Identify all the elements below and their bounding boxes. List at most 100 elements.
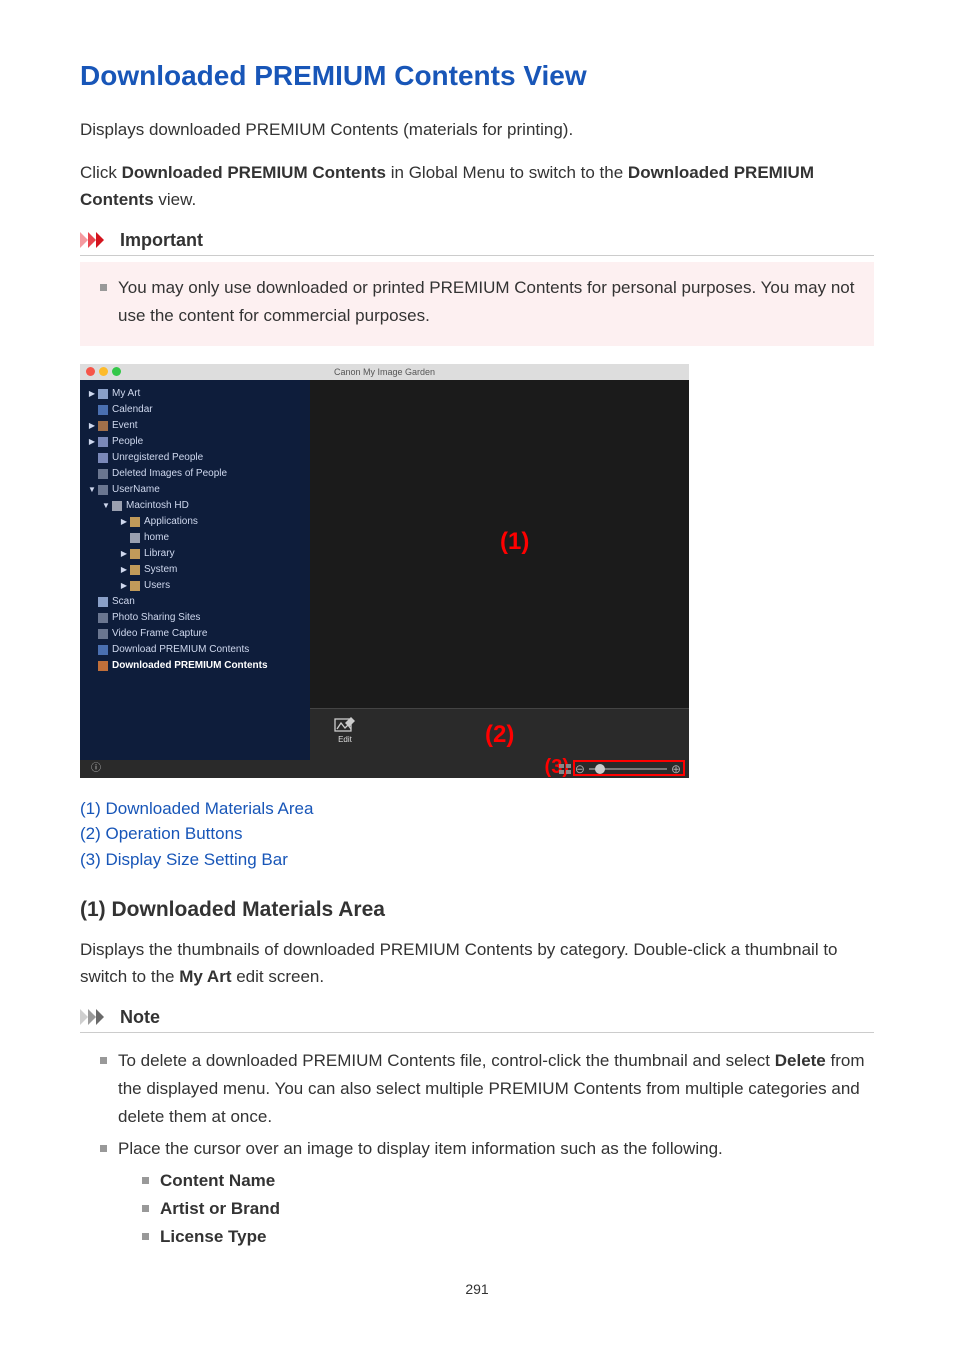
tree-label: home — [144, 532, 169, 543]
window-title: Canon My Image Garden — [334, 367, 435, 377]
text-bold: Content Name — [160, 1171, 275, 1190]
caret-icon: ▶ — [88, 421, 96, 430]
folder-icon — [98, 629, 108, 639]
section-1-heading: (1) Downloaded Materials Area — [80, 898, 874, 922]
folder-icon — [98, 389, 108, 399]
tree-label: My Art — [112, 388, 140, 399]
tree-item: Video Frame Capture — [80, 626, 310, 642]
tree-item: Deleted Images of People — [80, 466, 310, 482]
tree-item: ▼ Macintosh HD — [80, 498, 310, 514]
status-bar: ⓘ (3) ⊖ ⊕ — [80, 760, 689, 778]
section-links: (1) Downloaded Materials Area (2) Operat… — [80, 796, 874, 873]
text-bold: My Art — [179, 967, 231, 986]
tree-label: Unregistered People — [112, 452, 203, 463]
note-item-1: To delete a downloaded PREMIUM Contents … — [98, 1047, 874, 1131]
caret-icon: ▼ — [102, 501, 110, 510]
text-bold: Artist or Brand — [160, 1199, 280, 1218]
folder-icon — [98, 421, 108, 431]
close-icon — [86, 367, 95, 376]
tree-label: Photo Sharing Sites — [112, 612, 200, 623]
thumbnail-small-icon — [559, 764, 571, 774]
tree-item: Download PREMIUM Contents — [80, 642, 310, 658]
tree-item: ▶ Applications — [80, 514, 310, 530]
tree-item: ▶ Event — [80, 418, 310, 434]
tree-item: home — [80, 530, 310, 546]
tree-item: Photo Sharing Sites — [80, 610, 310, 626]
text-fragment: in Global Menu to switch to the — [386, 163, 628, 182]
important-box: You may only use downloaded or printed P… — [80, 262, 874, 346]
edit-label: Edit — [338, 735, 352, 744]
text-bold: Downloaded PREMIUM Contents — [122, 163, 386, 182]
text-fragment: edit screen. — [231, 967, 324, 986]
tree-label: People — [112, 436, 143, 447]
callout-2: (2) — [485, 721, 514, 749]
zoom-in-icon: ⊕ — [671, 763, 681, 775]
note-heading: Note — [80, 1007, 874, 1033]
tree-item: ▼UserName — [80, 482, 310, 498]
folder-icon — [130, 549, 140, 559]
folder-icon — [130, 533, 140, 543]
note-sub-2: Artist or Brand — [142, 1195, 874, 1223]
note-sub-1: Content Name — [142, 1167, 874, 1195]
caret-icon: ▼ — [88, 485, 96, 494]
text-fragment: Click — [80, 163, 122, 182]
section-1-paragraph: Displays the thumbnails of downloaded PR… — [80, 936, 874, 990]
important-heading: Important — [80, 230, 874, 256]
folder-icon — [98, 469, 108, 479]
tree-item: Downloaded PREMIUM Contents — [80, 658, 310, 674]
link-downloaded-materials[interactable]: (1) Downloaded Materials Area — [80, 796, 874, 822]
important-item: You may only use downloaded or printed P… — [98, 274, 856, 330]
tree-label: Users — [144, 580, 170, 591]
tree-label: Scan — [112, 596, 135, 607]
tree-item: ▶Users — [80, 578, 310, 594]
zoom-icon — [112, 367, 121, 376]
traffic-lights — [86, 367, 121, 376]
tree-label: Applications — [144, 516, 198, 527]
intro-paragraph-2: Click Downloaded PREMIUM Contents in Glo… — [80, 159, 874, 213]
caret-icon: ▶ — [88, 389, 96, 398]
tree-item: ▶ My Art — [80, 386, 310, 402]
tree-item: ▶System — [80, 562, 310, 578]
sidebar-tree: ▶My ArtCalendar▶Event▶PeopleUnregistered… — [80, 380, 310, 760]
tree-item: Scan — [80, 594, 310, 610]
app-screenshot: Canon My Image Garden ▶ My Art Calendar ▶ Ev… — [80, 364, 689, 778]
info-icon: ⓘ — [90, 763, 102, 775]
arrows-icon — [80, 232, 114, 248]
note-sub-3: License Type — [142, 1223, 874, 1251]
tree-item: ▶People — [80, 434, 310, 450]
text-bold: Delete — [775, 1051, 826, 1070]
folder-icon — [98, 613, 108, 623]
tree-label: Event — [112, 420, 138, 431]
link-display-size-bar[interactable]: (3) Display Size Setting Bar — [80, 847, 874, 873]
folder-icon — [98, 437, 108, 447]
text-fragment: Place the cursor over an image to displa… — [118, 1139, 723, 1158]
tree-label: Calendar — [112, 404, 153, 415]
slider-thumb — [595, 764, 605, 774]
folder-icon — [98, 485, 108, 495]
tree-label: Downloaded PREMIUM Contents — [112, 660, 268, 671]
tree-item: Unregistered People — [80, 450, 310, 466]
edit-button: Edit — [328, 715, 362, 744]
note-label: Note — [120, 1007, 160, 1028]
intro-paragraph-1: Displays downloaded PREMIUM Contents (ma… — [80, 116, 874, 143]
note-item-2: Place the cursor over an image to displa… — [98, 1135, 874, 1251]
folder-icon — [98, 597, 108, 607]
page-number: 291 — [80, 1281, 874, 1297]
tree-item: ▶Library — [80, 546, 310, 562]
folder-icon — [98, 405, 108, 415]
main-content-area: (1) Edit (2) — [310, 380, 689, 760]
tree-label: Library — [144, 548, 175, 559]
text-fragment: view. — [154, 190, 197, 209]
folder-icon — [130, 565, 140, 575]
tree-label: Download PREMIUM Contents — [112, 644, 249, 655]
zoom-out-icon: ⊖ — [575, 763, 585, 775]
folder-icon — [130, 517, 140, 527]
link-operation-buttons[interactable]: (2) Operation Buttons — [80, 821, 874, 847]
minimize-icon — [99, 367, 108, 376]
tree-label: Video Frame Capture — [112, 628, 207, 639]
zoom-slider: ⊖ ⊕ — [559, 763, 681, 775]
tree-label: Macintosh HD — [126, 500, 189, 511]
folder-icon — [98, 645, 108, 655]
caret-icon: ▶ — [120, 517, 128, 526]
slider-track — [589, 768, 667, 770]
